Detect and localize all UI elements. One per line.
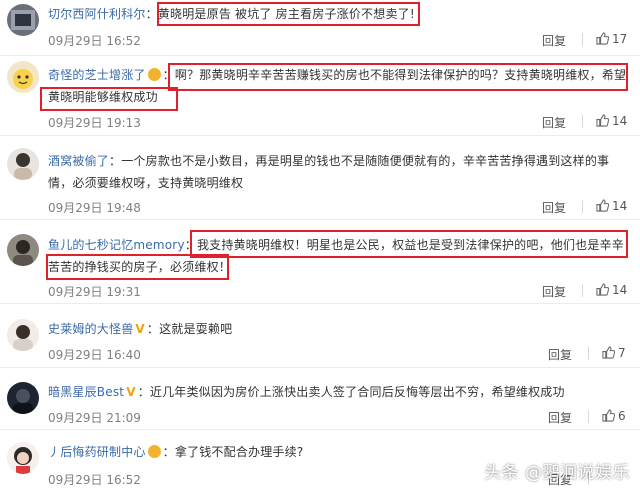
colon: ：	[146, 322, 160, 336]
timestamp: 09月29日 19:31	[48, 285, 141, 299]
verified-v-icon: V	[126, 385, 136, 399]
comment-text: 这就是耍赖吧	[159, 322, 233, 336]
avatar[interactable]	[7, 319, 39, 351]
comment-text: 一个房款也不是小数目，再是明星的钱也不是随随便便就有的，辛辛苦苦挣得遇到这样的事…	[48, 154, 610, 190]
timestamp: 09月29日 21:09	[48, 411, 141, 425]
divider	[582, 284, 583, 297]
colon: ：	[137, 385, 150, 399]
comment-item: 奇怪的芝士增涨了 ：啊？那黄晓明辛辛苦苦赚钱买的房也不能得到法律保护的吗？支持黄晓…	[0, 56, 640, 136]
thumbs-up-icon	[596, 283, 609, 296]
verified-v-icon: V	[135, 322, 145, 336]
thumbs-up-icon	[596, 114, 609, 127]
thumbs-up-icon	[596, 199, 609, 212]
comment-item: 酒窝被偷了：一个房款也不是小数目，再是明星的钱也不是随随便便就有的，辛辛苦苦挣得…	[0, 136, 640, 220]
avatar[interactable]	[7, 442, 39, 474]
divider	[588, 347, 589, 360]
thumbs-up-icon	[602, 409, 615, 422]
like-button[interactable]: 17	[596, 32, 627, 46]
timestamp: 09月29日 19:48	[48, 201, 141, 215]
like-count: 7	[618, 346, 626, 360]
comment-text: 黄晓明是原告 被坑了 房主看房子涨价不想卖了!	[157, 7, 415, 21]
avatar[interactable]	[7, 4, 39, 36]
timestamp: 09月29日 16:52	[48, 34, 141, 48]
reply-button[interactable]: 回复	[542, 32, 566, 49]
reply-button[interactable]: 回复	[548, 409, 572, 426]
divider	[582, 200, 583, 213]
reply-button[interactable]: 回复	[548, 346, 572, 363]
timestamp: 09月29日 16:52	[48, 473, 141, 487]
timestamp: 09月29日 16:40	[48, 348, 141, 362]
colon: ：	[145, 7, 158, 21]
member-badge-icon	[147, 445, 161, 458]
username[interactable]: 切尔西阿什利科尔	[48, 7, 146, 21]
username[interactable]: 暗黑星辰Best	[48, 385, 124, 399]
comment-item: 切尔西阿什利科尔：黄晓明是原告 被坑了 房主看房子涨价不想卖了! 09月29日 …	[0, 0, 640, 56]
colon: ：	[109, 154, 122, 168]
like-button[interactable]: 7	[602, 346, 626, 360]
reply-button[interactable]: 回复	[542, 114, 566, 131]
like-button[interactable]: 14	[596, 283, 627, 297]
avatar[interactable]	[7, 61, 39, 93]
comment-item: 史莱姆的大怪兽 V ：这就是耍赖吧 09月29日 16:40 回复 7	[0, 304, 640, 368]
like-button[interactable]: 14	[596, 199, 627, 213]
like-count: 14	[612, 114, 628, 128]
divider	[582, 33, 583, 46]
username[interactable]: 丿后悔药研制中心	[48, 445, 146, 459]
member-badge-icon	[147, 68, 161, 81]
watermark: 头条 @鹦洄说娱乐	[484, 463, 630, 483]
username[interactable]: 奇怪的芝士增涨了	[48, 68, 146, 82]
thumbs-up-icon	[596, 32, 609, 45]
username[interactable]: 酒窝被偷了	[48, 154, 109, 168]
username[interactable]: 史莱姆的大怪兽	[48, 322, 133, 336]
comment-text: 近几年类似因为房价上涨快出卖人签了合同后反悔等层出不穷，希望维权成功	[149, 385, 565, 399]
comment-text: 拿了钱不配合办理手续?	[174, 445, 304, 459]
like-button[interactable]: 14	[596, 114, 627, 128]
timestamp: 09月29日 19:13	[48, 116, 141, 130]
comment-item: 鱼儿的七秒记忆memory：我支持黄晓明维权！明星也是公民，权益也是受到法律保护…	[0, 220, 640, 304]
avatar[interactable]	[7, 148, 39, 180]
like-count: 6	[618, 409, 626, 423]
divider	[588, 410, 589, 423]
divider	[582, 115, 583, 128]
like-button[interactable]: 6	[602, 409, 626, 423]
colon: ：	[162, 68, 175, 82]
avatar[interactable]	[7, 234, 39, 266]
avatar[interactable]	[7, 382, 39, 414]
reply-button[interactable]: 回复	[542, 199, 566, 216]
comment-item: 暗黑星辰Best V ：近几年类似因为房价上涨快出卖人签了合同后反悔等层出不穷，希望…	[0, 368, 640, 430]
colon: ：	[184, 238, 197, 252]
thumbs-up-icon	[602, 346, 615, 359]
like-count: 14	[612, 283, 628, 297]
like-count: 17	[612, 32, 628, 46]
reply-button[interactable]: 回复	[542, 283, 566, 300]
username[interactable]: 鱼儿的七秒记忆memory	[48, 238, 185, 252]
like-count: 14	[612, 199, 628, 213]
colon: ：	[162, 445, 175, 459]
